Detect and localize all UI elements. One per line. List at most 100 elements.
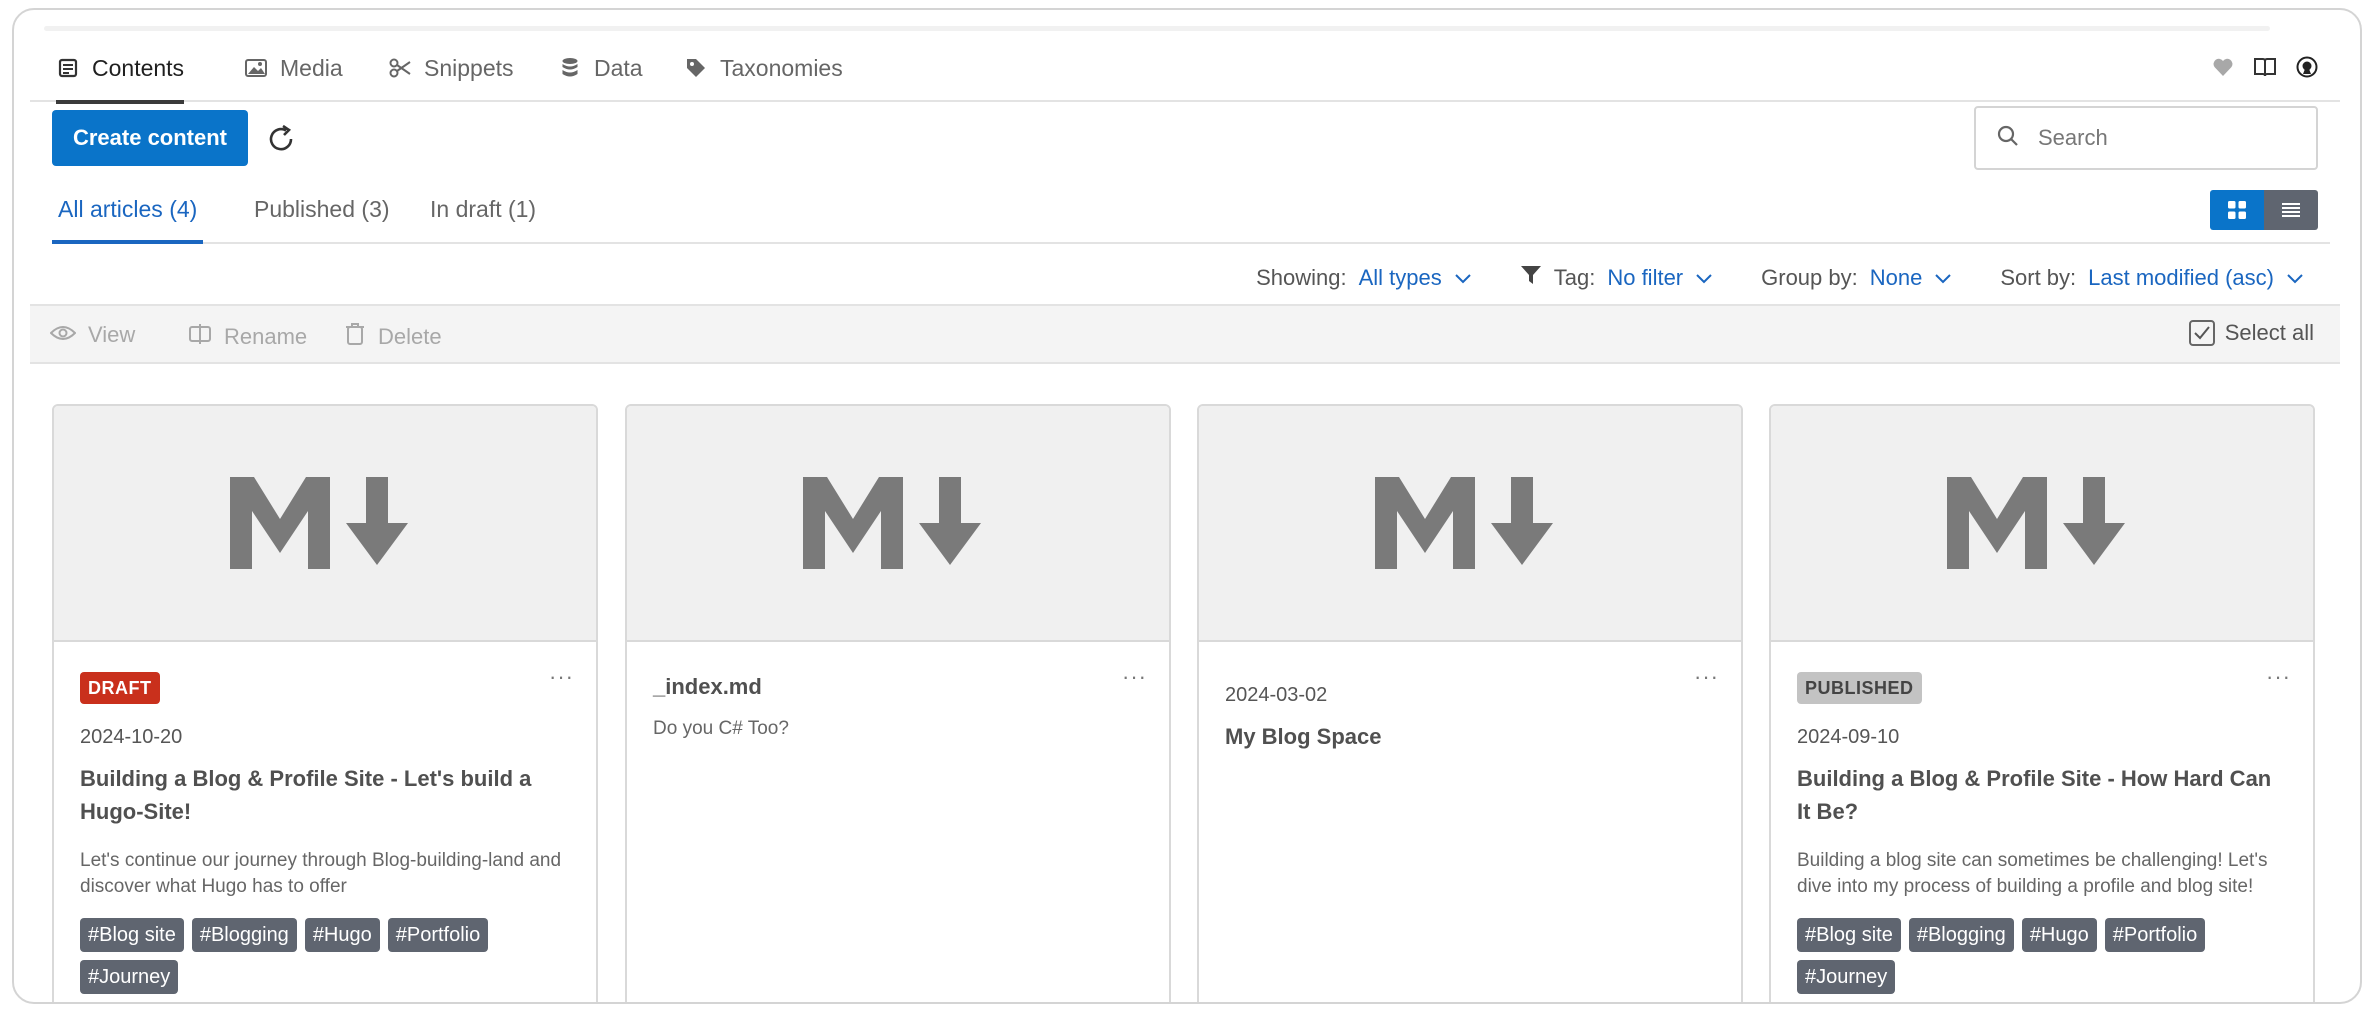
card-date: 2024-09-10 <box>1797 726 1900 748</box>
tag-chip[interactable]: #Journey <box>80 960 179 994</box>
group-by-label: Group by: <box>1761 265 1858 290</box>
card-title[interactable]: Building a Blog & Profile Site - Let's b… <box>80 762 562 828</box>
tag-chip[interactable]: #Blogging <box>191 918 297 952</box>
rename-label: Rename <box>224 324 308 349</box>
markdown-thumbnail <box>627 406 1169 642</box>
markdown-icon <box>1947 477 2125 569</box>
tag-chip[interactable]: #Blogging <box>1908 918 2014 952</box>
card-title[interactable]: Building a Blog & Profile Site - How Har… <box>1797 762 2279 828</box>
refresh-icon[interactable] <box>264 122 298 156</box>
sort-by-value: Last modified (asc) <box>2088 265 2274 290</box>
book-icon[interactable] <box>2252 54 2278 80</box>
tag-chip[interactable]: #Portfolio <box>2104 918 2206 952</box>
tag-label: Tag: <box>1553 265 1596 290</box>
markdown-icon <box>230 477 408 569</box>
github-icon[interactable] <box>2294 54 2320 80</box>
rename-icon <box>188 322 212 352</box>
tab-contents[interactable]: Contents <box>56 34 185 104</box>
card-description: Do you C# Too? <box>653 718 789 739</box>
card-tags: #Blog site #Blogging #Hugo #Portfolio #J… <box>80 918 576 994</box>
search-input[interactable] <box>2038 125 2278 151</box>
filter-icon <box>1520 264 1542 292</box>
app-frame: Contents Media Snippets Data Taxonomies <box>12 8 2362 1004</box>
showing-value: All types <box>1358 265 1442 290</box>
showing-dropdown[interactable]: Showing: All types <box>1256 265 1472 291</box>
tab-label: Contents <box>92 54 185 81</box>
search-box[interactable] <box>1974 106 2318 170</box>
checkbox-icon <box>2188 320 2215 346</box>
scissors-icon <box>388 56 412 80</box>
list-view-icon[interactable] <box>2264 190 2318 230</box>
more-options-icon[interactable]: ··· <box>1694 664 1719 690</box>
tag-dropdown[interactable]: Tag: No filter <box>1520 264 1713 292</box>
view-label: View <box>88 322 136 347</box>
sort-by-dropdown[interactable]: Sort by: Last modified (asc) <box>2000 265 2304 291</box>
view-button[interactable]: View <box>49 322 136 348</box>
select-all-label: Select all <box>2224 320 2314 345</box>
more-options-icon[interactable]: ··· <box>549 664 574 690</box>
tab-in-draft[interactable]: In draft (1) <box>430 196 536 244</box>
view-toggle <box>2210 190 2318 230</box>
card-title[interactable]: _index.md <box>653 670 1135 703</box>
trash-icon <box>344 322 366 352</box>
tab-data[interactable]: Data <box>558 34 643 102</box>
grid-view-icon[interactable] <box>2210 190 2264 230</box>
delete-label: Delete <box>378 324 442 349</box>
delete-button[interactable]: Delete <box>344 322 442 352</box>
tag-chip[interactable]: #Journey <box>1797 960 1896 994</box>
select-all-checkbox[interactable]: Select all <box>2188 320 2314 346</box>
published-badge: PUBLISHED <box>1797 672 1922 704</box>
chevron-down-icon <box>1934 265 1952 291</box>
showing-label: Showing: <box>1256 265 1347 290</box>
draft-badge: DRAFT <box>80 672 160 704</box>
top-progress-strip <box>44 26 2270 31</box>
markdown-thumbnail <box>1199 406 1741 642</box>
tab-taxonomies[interactable]: Taxonomies <box>684 34 843 102</box>
filters-bar: Showing: All types Tag: No filter Group … <box>1256 264 2304 292</box>
markdown-thumbnail <box>54 406 596 642</box>
create-content-button[interactable]: Create content <box>52 110 248 166</box>
main-nav: Contents Media Snippets Data Taxonomies <box>30 34 2340 104</box>
card-description: Let's continue our journey through Blog-… <box>80 850 562 897</box>
content-card[interactable]: ··· DRAFT 2024-10-20 Building a Blog & P… <box>52 404 598 1002</box>
group-by-dropdown[interactable]: Group by: None <box>1761 265 1952 291</box>
card-date: 2024-10-20 <box>80 726 183 748</box>
card-tags: #Blog site #Blogging #Hugo #Portfolio #J… <box>1797 918 2293 994</box>
tab-media[interactable]: Media <box>244 34 343 102</box>
rename-button[interactable]: Rename <box>188 322 307 352</box>
tag-value: No filter <box>1607 265 1684 290</box>
tag-icon <box>684 56 708 80</box>
tag-chip[interactable]: #Blog site <box>1797 918 1901 952</box>
content-card[interactable]: ··· PUBLISHED 2024-09-10 Building a Blog… <box>1769 404 2315 1002</box>
content-card[interactable]: ··· 2024-03-02 My Blog Space <box>1197 404 1743 1002</box>
tag-chip[interactable]: #Hugo <box>2021 918 2097 952</box>
card-date: 2024-03-02 <box>1225 684 1328 706</box>
database-icon <box>558 56 582 80</box>
eye-icon <box>49 322 77 348</box>
tab-snippets[interactable]: Snippets <box>388 34 514 102</box>
selection-toolbar: View Rename Delete Select all <box>30 304 2340 364</box>
tab-all-articles[interactable]: All articles (4) <box>51 196 204 244</box>
search-icon <box>1996 124 2020 153</box>
tab-label: Snippets <box>424 54 514 81</box>
tab-label: Taxonomies <box>720 54 843 81</box>
more-options-icon[interactable]: ··· <box>2266 664 2291 690</box>
markdown-icon <box>1375 477 1553 569</box>
card-description: Building a blog site can sometimes be ch… <box>1797 850 2268 897</box>
chevron-down-icon <box>2286 265 2304 291</box>
tag-chip[interactable]: #Portfolio <box>387 918 489 952</box>
image-icon <box>244 56 268 80</box>
tag-chip[interactable]: #Hugo <box>304 918 380 952</box>
article-filter-tabs: All articles (4) Published (3) In draft … <box>51 182 2330 244</box>
markdown-thumbnail <box>1771 406 2313 642</box>
chevron-down-icon <box>1695 265 1713 291</box>
heart-icon[interactable] <box>2210 54 2236 80</box>
tag-chip[interactable]: #Blog site <box>80 918 184 952</box>
markdown-icon <box>803 477 981 569</box>
card-title[interactable]: My Blog Space <box>1225 720 1707 753</box>
tab-published[interactable]: Published (3) <box>254 196 390 244</box>
nav-utilities <box>2210 54 2320 80</box>
tab-label: Data <box>594 54 643 81</box>
content-card[interactable]: ··· _index.md Do you C# Too? <box>625 404 1171 1002</box>
sort-by-label: Sort by: <box>2000 265 2077 290</box>
